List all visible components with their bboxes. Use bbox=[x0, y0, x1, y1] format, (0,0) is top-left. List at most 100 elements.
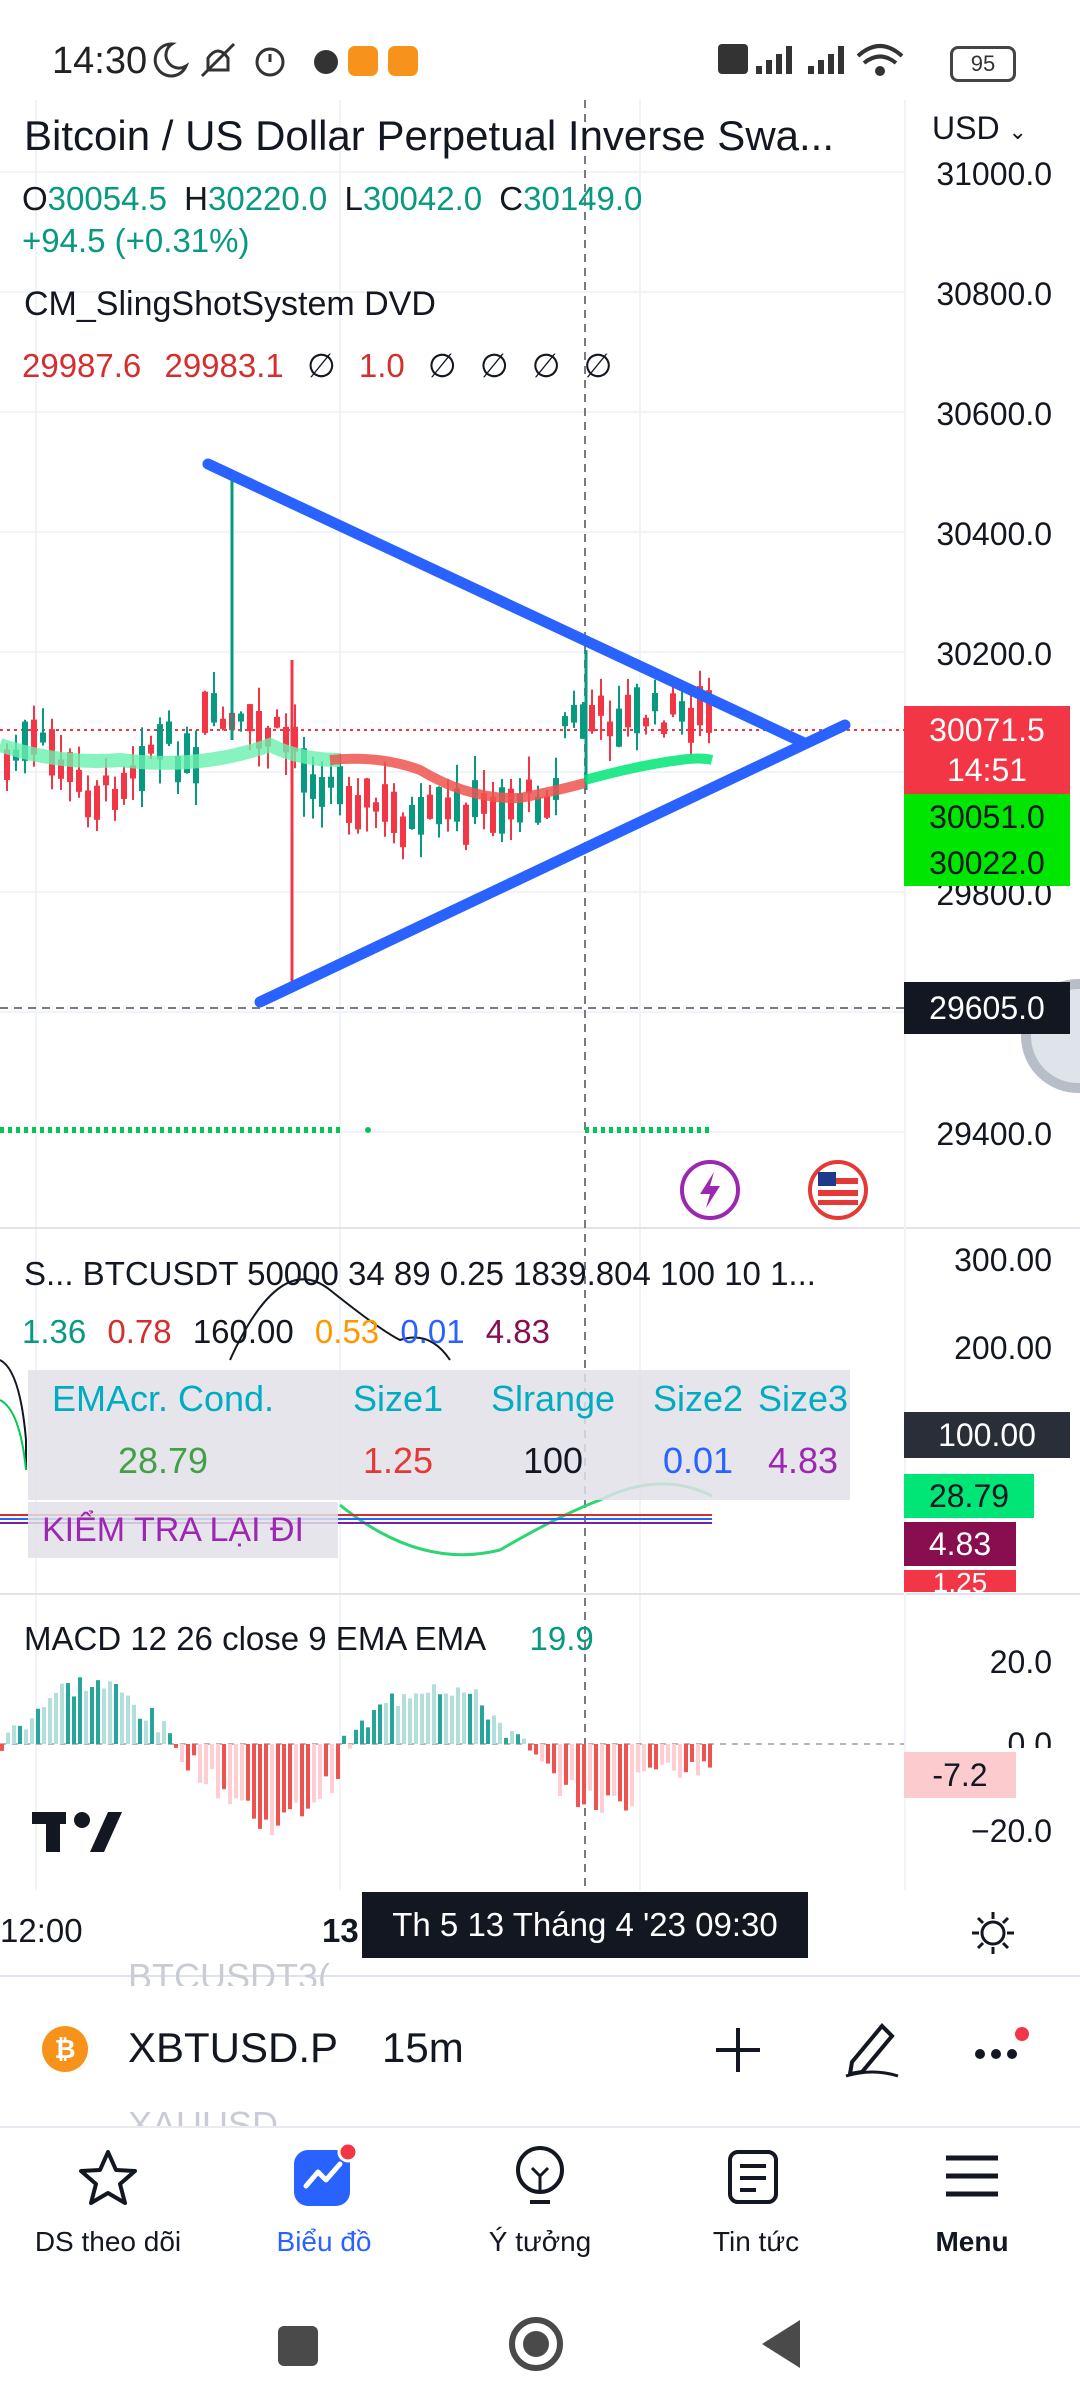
table-cell: 1.25 bbox=[362, 1440, 434, 1481]
symbol-ghost-prev: BTCUSDT3( bbox=[128, 1956, 331, 1986]
timeframe-selector[interactable]: 15m bbox=[382, 2024, 464, 2072]
high-value: 30220.0 bbox=[207, 180, 328, 217]
macd-bar bbox=[378, 1704, 382, 1744]
status-time: 14:30 bbox=[52, 40, 148, 82]
macd-bar bbox=[270, 1744, 274, 1835]
symbol-selector[interactable]: XBTUSD.P bbox=[128, 2024, 338, 2072]
wifi-icon bbox=[856, 44, 904, 76]
indicator-name[interactable]: CM_SlingShotSystem DVD bbox=[24, 285, 436, 324]
current-price-value: 30071.5 bbox=[929, 712, 1045, 748]
candle-body bbox=[625, 694, 631, 728]
macd-bar bbox=[288, 1744, 292, 1810]
macd-bar bbox=[624, 1744, 628, 1811]
candle-body bbox=[562, 716, 568, 727]
macd-bar bbox=[306, 1744, 310, 1809]
macd-bar bbox=[402, 1694, 406, 1744]
candle-body bbox=[418, 796, 424, 835]
price-tick: 31000.0 bbox=[936, 156, 1052, 192]
volte-icon bbox=[718, 44, 748, 74]
macd-bar bbox=[216, 1744, 220, 1799]
candle-body bbox=[220, 718, 226, 729]
nav-label: DS theo dõi bbox=[34, 2226, 182, 2257]
news-icon bbox=[728, 2150, 778, 2204]
indicator-value: 29983.1 bbox=[164, 347, 284, 384]
moon-icon bbox=[153, 42, 190, 78]
recents-icon[interactable] bbox=[270, 2316, 330, 2376]
macd-bar bbox=[390, 1693, 394, 1744]
open-value: 30054.5 bbox=[47, 180, 167, 217]
candle-body bbox=[652, 692, 658, 712]
macd-bar bbox=[36, 1708, 40, 1744]
low-value: 30042.0 bbox=[362, 180, 483, 217]
trendline-upper bbox=[202, 458, 808, 748]
chart-icon bbox=[294, 2141, 359, 2206]
home-icon[interactable] bbox=[504, 2312, 568, 2376]
table-header: Size1 bbox=[352, 1378, 444, 1419]
nav-ideas[interactable]: Ý tưởng bbox=[432, 2126, 648, 2296]
symbol-ghost-next: XAUUSD bbox=[128, 2104, 279, 2126]
back-icon[interactable] bbox=[752, 2312, 812, 2376]
menu-icon bbox=[946, 2155, 998, 2197]
macd-bar bbox=[486, 1719, 490, 1744]
macd-bar bbox=[540, 1744, 544, 1762]
macd-bar bbox=[108, 1681, 112, 1744]
candle-body bbox=[40, 732, 46, 743]
stoch-badge-maroon: 4.83 bbox=[904, 1522, 1016, 1566]
candle-body bbox=[85, 790, 91, 818]
candle-body bbox=[400, 816, 406, 848]
macd-bar bbox=[696, 1744, 700, 1776]
app-icon bbox=[348, 46, 378, 76]
nav-chart[interactable]: Biểu đồ bbox=[216, 2126, 432, 2296]
candle-body bbox=[364, 778, 370, 808]
macd-bar bbox=[546, 1744, 550, 1764]
table-header: Slrange bbox=[490, 1378, 616, 1419]
macd-bar bbox=[564, 1744, 568, 1785]
macd-axis-tick: 0.0 bbox=[1007, 1726, 1052, 1748]
macd-bar bbox=[294, 1744, 298, 1803]
tradingview-logo bbox=[32, 1812, 122, 1852]
macd-bar bbox=[426, 1692, 430, 1744]
macd-axis-tick: 20.0 bbox=[989, 1644, 1052, 1680]
crosshair-price-badge: 29605.0 bbox=[904, 982, 1070, 1034]
price-tick: 30800.0 bbox=[936, 276, 1052, 312]
price-tick: 30200.0 bbox=[936, 636, 1052, 672]
nav-watchlist[interactable]: DS theo dõi bbox=[0, 2126, 216, 2296]
macd-indicator-label[interactable]: MACD 12 26 close 9 EMA EMA 19.9 bbox=[24, 1620, 594, 1658]
more-options-icon[interactable] bbox=[972, 2026, 1032, 2076]
empty-value-icon: ∅ bbox=[427, 347, 457, 384]
symbol-title[interactable]: Bitcoin / US Dollar Perpetual Inverse Sw… bbox=[24, 112, 834, 160]
candle-body bbox=[589, 704, 595, 732]
macd-bar bbox=[672, 1744, 676, 1771]
nav-label: Tin tức bbox=[712, 2226, 800, 2257]
lightning-icon bbox=[680, 1160, 740, 1220]
candle-body bbox=[544, 795, 550, 818]
signal-icon bbox=[756, 46, 792, 74]
us-flag-icon bbox=[808, 1160, 868, 1220]
condition-table: EMAcr. Cond. Size1 Slrange Size2 Size3 2… bbox=[28, 1370, 850, 1500]
add-icon[interactable] bbox=[712, 2024, 764, 2076]
macd-bar bbox=[186, 1744, 190, 1771]
macd-bar bbox=[552, 1744, 556, 1774]
candle-body bbox=[274, 716, 280, 728]
stoch-indicator-label[interactable]: S... BTCUSDT 50000 34 89 0.25 1839.804 1… bbox=[24, 1255, 816, 1293]
macd-bar bbox=[156, 1732, 160, 1744]
settings-gear-icon[interactable] bbox=[970, 1910, 1016, 1956]
macd-bar bbox=[126, 1695, 130, 1744]
stoch-axis-tick: 300.00 bbox=[954, 1242, 1052, 1278]
macd-bar bbox=[534, 1744, 538, 1755]
price-tick: 29400.0 bbox=[936, 1116, 1052, 1152]
nav-news[interactable]: Tin tức bbox=[648, 2126, 864, 2296]
empty-value-icon: ∅ bbox=[583, 347, 613, 384]
bar-countdown: 14:51 bbox=[946, 752, 1028, 788]
currency-selector[interactable]: USD ⌄ bbox=[932, 110, 1027, 147]
macd-bar bbox=[282, 1744, 286, 1813]
stoch-value: 0.01 bbox=[400, 1313, 465, 1350]
nav-menu[interactable]: Menu bbox=[864, 2126, 1080, 2296]
macd-bar bbox=[690, 1744, 694, 1762]
drawing-pencil-icon[interactable] bbox=[842, 2018, 902, 2080]
trendline-lower bbox=[254, 719, 851, 1008]
macd-bar bbox=[6, 1732, 10, 1744]
time-tick: 12:00 bbox=[0, 1912, 83, 1949]
macd-bar bbox=[366, 1727, 370, 1744]
macd-bar bbox=[66, 1683, 70, 1744]
